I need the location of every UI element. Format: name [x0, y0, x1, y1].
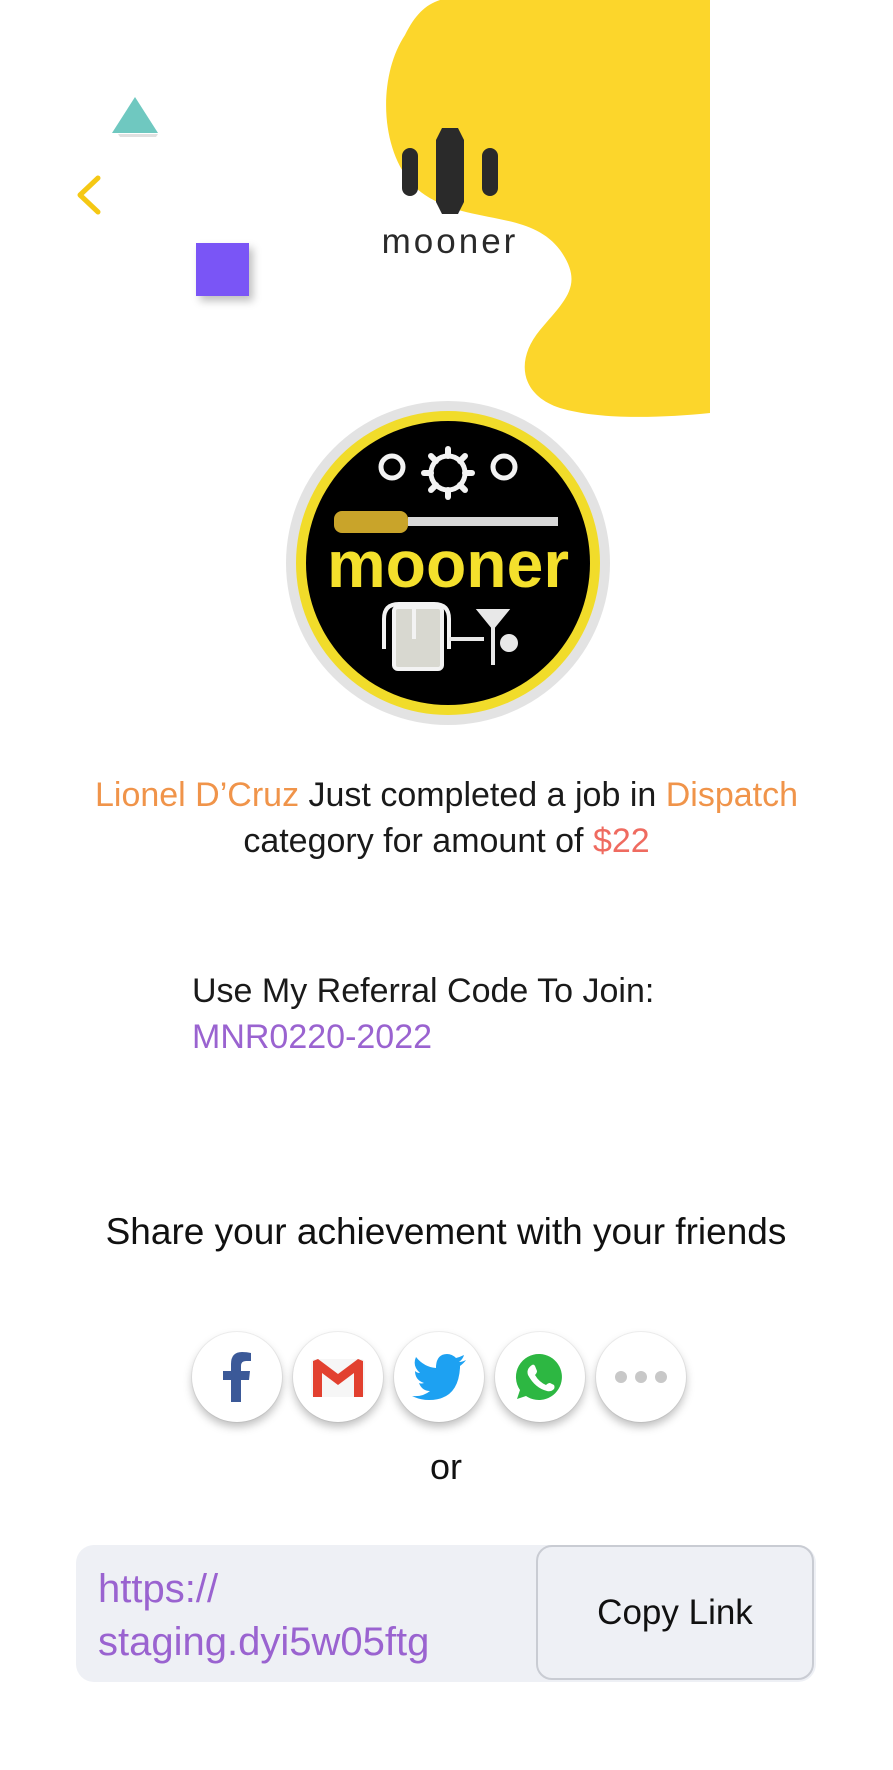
badge-wordmark: mooner — [327, 527, 569, 601]
referral-code: MNR0220-2022 — [192, 1018, 433, 1056]
achievement-message: Lionel D’Cruz Just completed a job in Di… — [40, 772, 853, 864]
logo-wordmark: mooner — [381, 222, 519, 261]
share-whatsapp-button[interactable] — [495, 1332, 585, 1422]
share-gmail-button[interactable] — [293, 1332, 383, 1422]
referral-section: Use My Referral Code To Join: MNR0220-20… — [192, 968, 792, 1060]
facebook-icon — [223, 1352, 251, 1402]
share-more-button[interactable] — [596, 1332, 686, 1422]
user-name: Lionel D’Cruz — [94, 776, 300, 814]
job-category: Dispatch — [665, 776, 799, 814]
mooner-logo-icon — [402, 128, 498, 214]
achievement-badge: mooner — [286, 401, 610, 725]
share-link-url[interactable]: https:// staging.dyi5w05ftg — [98, 1563, 538, 1673]
job-amount: $22 — [592, 822, 650, 860]
app-logo: mooner — [360, 120, 540, 270]
gmail-icon — [311, 1359, 365, 1397]
achievement-text-suffix: category for amount of — [243, 822, 593, 860]
share-link-box: https:// staging.dyi5w05ftg Copy Link — [76, 1545, 816, 1682]
referral-label: Use My Referral Code To Join: — [192, 972, 655, 1010]
achievement-text-middle: Just completed a job in — [299, 776, 666, 814]
back-chevron-icon[interactable] — [70, 170, 110, 220]
triangle-decoration — [112, 97, 158, 137]
or-separator: or — [429, 1446, 462, 1487]
share-twitter-button[interactable] — [394, 1332, 484, 1422]
whatsapp-icon — [515, 1353, 562, 1400]
share-title: Share your achievement with your friends — [105, 1211, 787, 1252]
square-decoration — [196, 243, 249, 296]
more-icon — [615, 1371, 667, 1383]
copy-link-button[interactable]: Copy Link — [536, 1545, 814, 1680]
twitter-icon — [412, 1354, 466, 1400]
share-facebook-button[interactable] — [192, 1332, 282, 1422]
